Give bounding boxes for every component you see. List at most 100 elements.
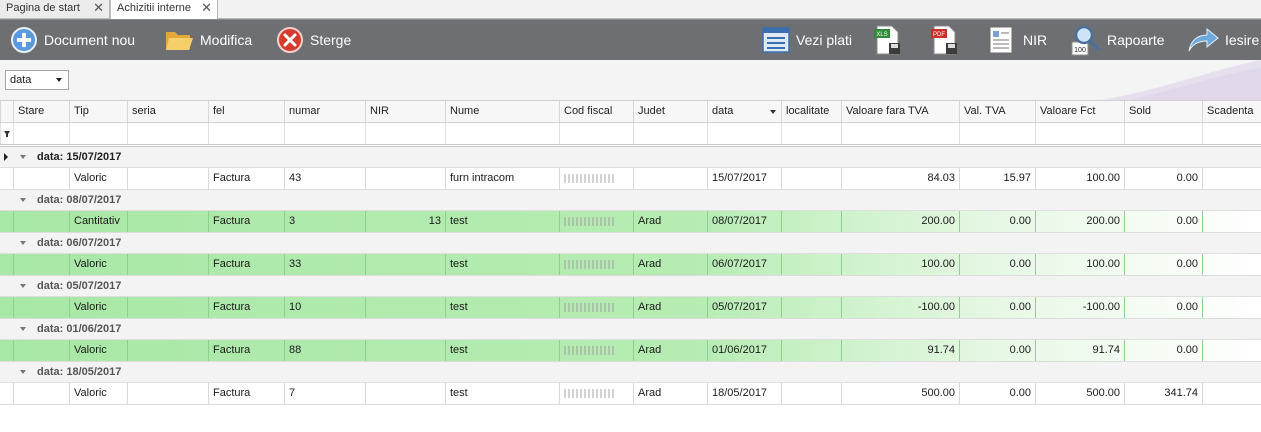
cell-seria <box>127 340 208 361</box>
table-row[interactable]: Cantitativ Factura 3 13 test Arad 08/07/2017 20… <box>0 211 1261 233</box>
header-indicator <box>0 101 13 122</box>
table-row[interactable]: Valoric Factura 43 furn intracom 15/07/2017 8… <box>0 168 1261 190</box>
column-header-13[interactable]: Valoare Fct <box>1035 101 1124 122</box>
collapse-group-icon[interactable] <box>20 155 26 159</box>
cell-seria <box>127 211 208 232</box>
column-header-14[interactable]: Sold <box>1124 101 1202 122</box>
delete-button[interactable]: Sterge <box>276 20 351 60</box>
groupby-bar: data <box>0 60 1261 100</box>
cell-fel: Factura <box>208 211 284 232</box>
cell-tip: Valoric <box>69 340 127 361</box>
cell-stare <box>13 340 69 361</box>
table-row[interactable]: Valoric Factura 10 test Arad 05/07/2017 -100.0… <box>0 297 1261 319</box>
filter-cell-13[interactable] <box>1035 123 1124 144</box>
tab-label: Achizitii interne <box>117 2 191 14</box>
table-row[interactable]: Valoric Factura 7 test Arad 18/05/2017 500.00 0… <box>0 383 1261 405</box>
filter-cell-5[interactable] <box>365 123 445 144</box>
group-label: data: 15/07/2017 <box>37 151 122 163</box>
cell-localitate <box>781 211 841 232</box>
filter-cell-2[interactable] <box>127 123 208 144</box>
reports-badge: 100 <box>1074 47 1086 54</box>
filter-cell-1[interactable] <box>69 123 127 144</box>
column-header-4[interactable]: numar <box>284 101 365 122</box>
filter-cell-6[interactable] <box>445 123 559 144</box>
column-header-10[interactable]: localitate <box>781 101 841 122</box>
filter-cell-10[interactable] <box>781 123 841 144</box>
tab-pagina-de-start[interactable]: Pagina de start ✕ <box>0 0 110 18</box>
close-icon[interactable]: ✕ <box>93 0 104 16</box>
table-row[interactable]: Valoric Factura 33 test Arad 06/07/2017 100.00… <box>0 254 1261 276</box>
cell-sold: 0.00 <box>1124 211 1202 232</box>
exit-button[interactable]: Iesire <box>1187 20 1259 60</box>
collapse-group-icon[interactable] <box>20 370 26 374</box>
edit-button[interactable]: Modifica <box>164 20 252 60</box>
group-label: data: 08/07/2017 <box>37 194 122 206</box>
reports-button[interactable]: 100 Rapoarte <box>1071 20 1165 60</box>
cell-nume: furn intracom <box>445 168 559 189</box>
cell-cod-fiscal-redacted <box>559 340 633 361</box>
group-row[interactable]: data: 08/07/2017 <box>0 190 1261 211</box>
new-document-button[interactable]: Document nou <box>10 20 135 60</box>
view-payments-button[interactable]: Vezi plati <box>762 20 852 60</box>
close-icon[interactable]: ✕ <box>201 0 212 16</box>
filter-cell-3[interactable] <box>208 123 284 144</box>
column-header-3[interactable]: fel <box>208 101 284 122</box>
cell-nume: test <box>445 211 559 232</box>
column-header-5[interactable]: NIR <box>365 101 445 122</box>
cell-sold: 0.00 <box>1124 254 1202 275</box>
cell-fct: 91.74 <box>1035 340 1124 361</box>
collapse-group-icon[interactable] <box>20 284 26 288</box>
chevron-down-icon[interactable] <box>56 78 62 82</box>
cell-tip: Valoric <box>69 168 127 189</box>
groupby-select[interactable]: data <box>5 70 69 90</box>
filter-cell-8[interactable] <box>633 123 707 144</box>
table-row[interactable]: Valoric Factura 88 test Arad 01/06/2017 91.74 0… <box>0 340 1261 362</box>
cell-tip: Valoric <box>69 297 127 318</box>
cell-data: 01/06/2017 <box>707 340 781 361</box>
cell-judet: Arad <box>633 211 707 232</box>
column-header-8[interactable]: Judet <box>633 101 707 122</box>
group-row[interactable]: data: 18/05/2017 <box>0 362 1261 383</box>
filter-cell-15[interactable] <box>1202 123 1261 144</box>
nir-button[interactable]: NIR <box>988 20 1047 60</box>
collapse-group-icon[interactable] <box>20 241 26 245</box>
filter-cell-9[interactable] <box>707 123 781 144</box>
column-header-1[interactable]: Tip <box>69 101 127 122</box>
group-row[interactable]: data: 06/07/2017 <box>0 233 1261 254</box>
sort-desc-icon[interactable] <box>770 110 776 114</box>
group-row[interactable]: data: 15/07/2017 <box>0 147 1261 168</box>
cell-scadenta <box>1202 211 1261 232</box>
nir-label: NIR <box>1023 32 1048 48</box>
cell-cod-fiscal-redacted <box>559 168 633 189</box>
filter-cell-12[interactable] <box>959 123 1035 144</box>
column-header-6[interactable]: Nume <box>445 101 559 122</box>
cell-data: 15/07/2017 <box>707 168 781 189</box>
reports-label: Rapoarte <box>1107 32 1165 48</box>
filter-cell-11[interactable] <box>841 123 959 144</box>
plus-circle-icon <box>11 27 37 53</box>
group-row[interactable]: data: 01/06/2017 <box>0 319 1261 340</box>
cell-judet <box>633 168 707 189</box>
tab-achizitii-interne[interactable]: Achizitii interne ✕ <box>110 0 218 19</box>
column-header-12[interactable]: Val. TVA <box>959 101 1035 122</box>
group-row[interactable]: data: 05/07/2017 <box>0 276 1261 297</box>
magnifier-report-icon: 100 <box>1071 25 1100 56</box>
filter-cell-4[interactable] <box>284 123 365 144</box>
cell-fct: 500.00 <box>1035 383 1124 404</box>
export-xls-button[interactable]: XLS <box>872 20 904 60</box>
cell-fct: -100.00 <box>1035 297 1124 318</box>
collapse-group-icon[interactable] <box>20 198 26 202</box>
column-header-7[interactable]: Cod fiscal <box>559 101 633 122</box>
filter-cell-7[interactable] <box>559 123 633 144</box>
column-header-15[interactable]: Scadenta <box>1202 101 1261 122</box>
column-header-2[interactable]: seria <box>127 101 208 122</box>
collapse-group-icon[interactable] <box>20 327 26 331</box>
column-header-11[interactable]: Valoare fara TVA <box>841 101 959 122</box>
column-header-9[interactable]: data <box>707 101 781 122</box>
cell-val: 100.00 <box>841 254 959 275</box>
filter-cell-0[interactable] <box>13 123 69 144</box>
cell-numar: 7 <box>284 383 365 404</box>
column-header-0[interactable]: Stare <box>13 101 69 122</box>
export-pdf-button[interactable]: PDF <box>929 20 961 60</box>
filter-cell-14[interactable] <box>1124 123 1202 144</box>
